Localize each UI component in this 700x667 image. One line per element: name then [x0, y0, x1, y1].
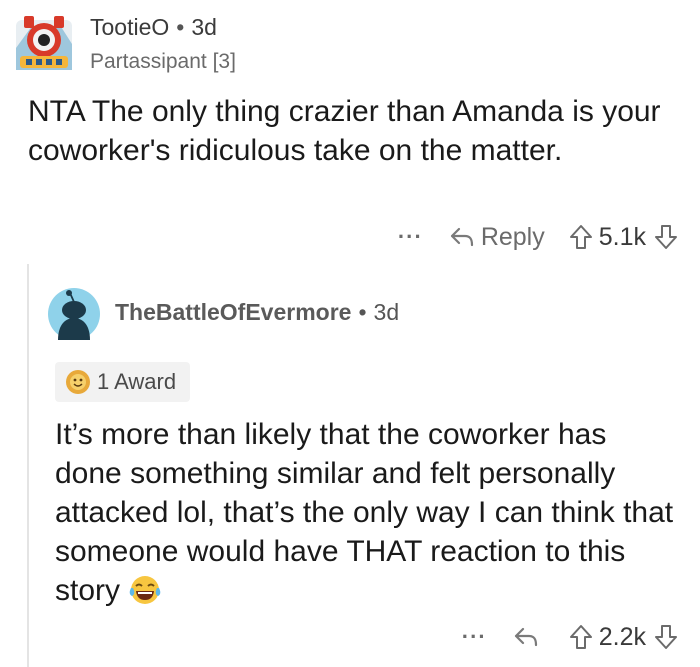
comment-actions: ··· 2.2k: [462, 619, 678, 655]
separator-dot: •: [176, 14, 185, 40]
award-label: 1 Award: [97, 369, 177, 394]
vote-controls: 5.1k: [569, 223, 678, 252]
reply-button[interactable]: Reply: [449, 223, 545, 252]
laughing-crying-emoji-icon: [128, 574, 162, 616]
comment-actions: ··· Reply 5.1k: [398, 219, 678, 255]
user-avatar[interactable]: [48, 288, 100, 340]
more-options-button[interactable]: ···: [398, 224, 423, 250]
reply-label: Reply: [480, 222, 545, 251]
user-avatar[interactable]: [10, 10, 78, 78]
user-flair: Partassipant [3]: [90, 50, 236, 73]
username[interactable]: TootieO: [90, 14, 169, 40]
reply-button[interactable]: [513, 626, 545, 648]
thread-line[interactable]: [27, 264, 29, 667]
avatar-snoo-icon: [48, 288, 100, 340]
award-sun-icon: [66, 370, 90, 394]
vote-controls: 2.2k: [569, 623, 678, 652]
top-comment: TootieO • 3d Partassipant [3] NTA The only…: [0, 0, 700, 262]
comment-meta: TheBattleOfEvermore • 3d: [115, 299, 399, 326]
comment-body: It’s more than likely that the coworker …: [55, 415, 675, 616]
comment-meta: TootieO • 3d: [90, 14, 217, 41]
reply-arrow-icon: [514, 627, 537, 647]
downvote-icon[interactable]: [654, 224, 678, 250]
upvote-icon[interactable]: [569, 224, 593, 250]
username[interactable]: TheBattleOfEvermore: [115, 299, 351, 325]
avatar-robot-icon: [16, 16, 72, 70]
score: 2.2k: [598, 622, 646, 651]
comment-age: 3d: [373, 299, 400, 325]
upvote-icon[interactable]: [569, 624, 593, 650]
separator-dot: •: [358, 299, 367, 325]
more-options-button[interactable]: ···: [462, 624, 487, 650]
downvote-icon[interactable]: [654, 624, 678, 650]
comment-body: NTA The only thing crazier than Amanda i…: [28, 95, 661, 167]
score: 5.1k: [598, 222, 646, 251]
comment-age: 3d: [191, 14, 217, 40]
award-chip[interactable]: 1 Award: [55, 362, 191, 402]
reply-arrow-icon: [450, 227, 473, 247]
